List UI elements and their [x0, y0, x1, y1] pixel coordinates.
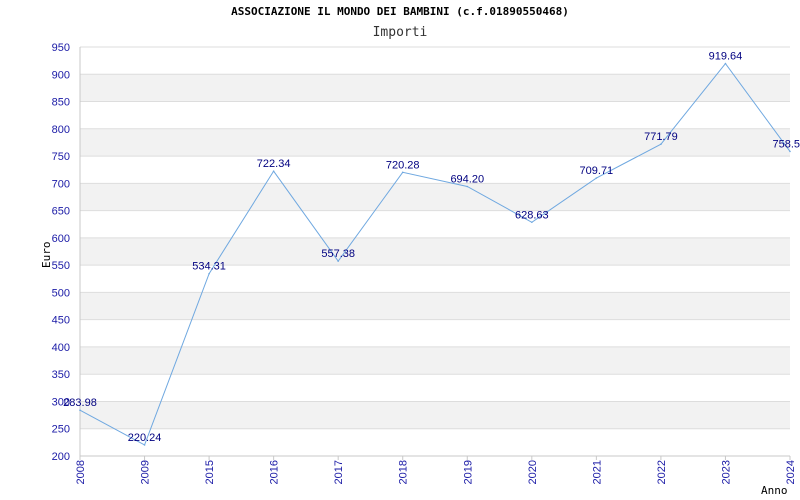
data-point [466, 185, 469, 188]
data-point [208, 272, 210, 275]
x-tick-label: 2020 [527, 460, 539, 484]
data-label: 534.31 [192, 261, 226, 273]
x-tick-label: 2022 [656, 460, 668, 484]
y-tick-label: 750 [52, 151, 70, 163]
data-point [337, 260, 339, 262]
data-label: 694.20 [450, 173, 484, 185]
grid-band [80, 292, 790, 320]
data-point [401, 171, 404, 174]
data-point [143, 444, 146, 446]
data-label: 628.63 [515, 209, 549, 221]
x-tick-label: 2019 [462, 460, 474, 484]
y-tick-label: 650 [52, 206, 70, 218]
data-point [272, 170, 275, 172]
grid-band [80, 183, 790, 211]
data-label: 709.71 [580, 165, 614, 177]
x-tick-label: 2021 [591, 460, 603, 484]
y-tick-label: 200 [52, 451, 70, 463]
grid-band [80, 237, 790, 266]
x-tick-label: 2018 [398, 460, 410, 484]
data-label: 758.5 [772, 138, 800, 150]
x-tick-label: 2008 [75, 460, 87, 484]
x-axis-label: Anno [761, 484, 788, 497]
data-point [660, 143, 662, 145]
y-tick-label: 450 [52, 315, 70, 327]
x-tick-label: 2016 [269, 460, 281, 484]
y-axis-label: Euro [40, 241, 53, 269]
y-tick-label: 800 [52, 124, 70, 136]
data-point [724, 62, 727, 65]
y-tick-label: 350 [52, 369, 70, 381]
y-tick-label: 700 [52, 178, 70, 190]
data-label: 919.64 [709, 51, 743, 63]
y-tick-label: 550 [52, 260, 70, 272]
data-label: 722.34 [257, 158, 291, 170]
grid-band [80, 128, 790, 157]
grid-band [80, 346, 790, 375]
data-label: 771.79 [644, 131, 678, 143]
data-point [531, 221, 533, 224]
data-label: 220.24 [128, 432, 162, 444]
y-tick-label: 900 [52, 69, 70, 81]
grid-band [80, 401, 790, 429]
x-tick-label: 2017 [333, 460, 345, 484]
data-label: 557.38 [321, 248, 355, 260]
line-chart: 2002503003504004505005506006507007508008… [52, 42, 800, 484]
data-point [79, 409, 81, 412]
data-point [789, 150, 791, 153]
x-tick-label: 2023 [720, 460, 732, 484]
x-tick-label: 2009 [140, 460, 152, 484]
grid-band [80, 74, 790, 102]
y-tick-label: 400 [52, 342, 70, 354]
y-tick-label: 950 [52, 42, 70, 54]
y-tick-label: 250 [52, 424, 70, 436]
grid-bands [80, 74, 790, 429]
y-tick-label: 600 [52, 233, 70, 245]
data-point [595, 177, 598, 179]
x-tick-label: 2015 [204, 460, 216, 484]
x-tick-label: 2024 [785, 460, 797, 484]
x-axis-ticks: 2008 2009 2015 2016 2017 2018 2019 2020 2021 2022… [75, 456, 797, 484]
data-label: 720.28 [386, 159, 420, 171]
y-tick-label: 500 [52, 287, 70, 299]
data-label: 283.98 [63, 397, 97, 409]
y-tick-label: 850 [52, 97, 70, 109]
